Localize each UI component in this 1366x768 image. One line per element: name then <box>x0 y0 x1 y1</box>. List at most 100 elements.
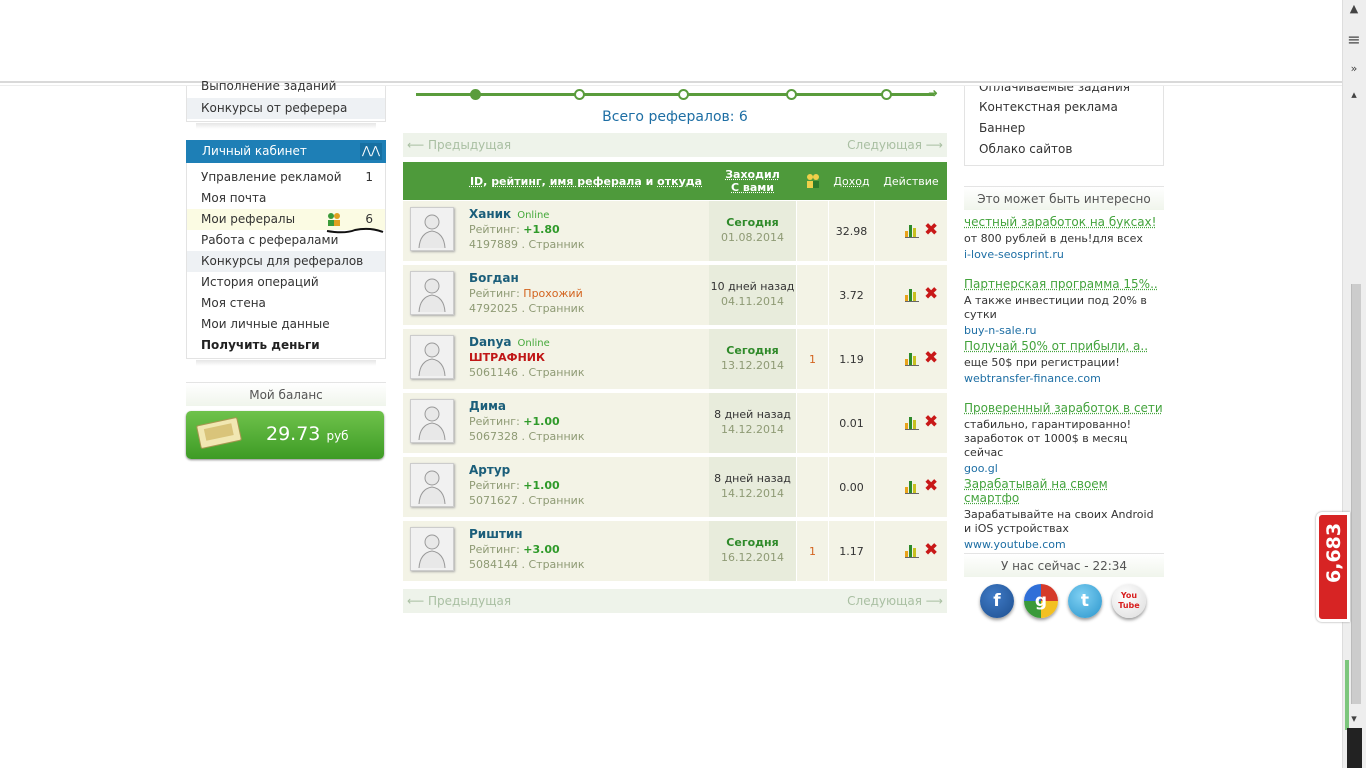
next-page-link[interactable]: Следующая ⟶ <box>847 133 943 157</box>
next-page-link[interactable]: Следующая ⟶ <box>847 589 943 613</box>
delete-icon[interactable]: ✖ <box>924 476 938 496</box>
referral-income: 3.72 <box>839 289 864 302</box>
menu-item-personal-data[interactable]: Мои личные данные <box>187 314 385 335</box>
avatar[interactable] <box>410 463 454 507</box>
step-dot-4[interactable] <box>786 89 797 100</box>
stats-icon[interactable] <box>905 479 919 494</box>
ad-block[interactable]: Проверенный заработок в сети стабильно, … <box>964 401 1164 475</box>
chevron-up-icon[interactable]: ⋀⋀ <box>360 143 382 160</box>
menu-item-wall[interactable]: Моя стена <box>187 293 385 314</box>
menu-item-mail[interactable]: Моя почта <box>187 188 385 209</box>
menu-item-referer-contests[interactable]: Конкурсы от реферера <box>187 98 385 119</box>
ad-title[interactable]: Партнерская программа 15%.. <box>964 277 1164 291</box>
referral-name-text[interactable]: Богдан <box>469 271 519 285</box>
avatar[interactable] <box>410 271 454 315</box>
ad-url[interactable]: i-love-seosprint.ru <box>964 248 1164 261</box>
stats-icon[interactable] <box>905 543 919 558</box>
ad-block[interactable]: Получай 50% от прибыли, а.. еще 50$ при … <box>964 339 1164 385</box>
referral-name[interactable]: Богдан <box>469 271 525 285</box>
menu-icon[interactable]: ≡ <box>1347 30 1361 49</box>
step-dot-2[interactable] <box>574 89 585 100</box>
delete-icon[interactable]: ✖ <box>924 412 938 432</box>
delete-icon[interactable]: ✖ <box>924 284 938 304</box>
referral-name-text[interactable]: Дима <box>469 399 506 413</box>
avatar[interactable] <box>410 335 454 379</box>
google-icon[interactable]: g <box>1024 584 1058 618</box>
right-menu: Оплачиваемые задания Контекстная реклама… <box>964 86 1164 166</box>
menu-item-context-ads[interactable]: Контекстная реклама <box>965 97 1163 118</box>
menu-item-referral-contests[interactable]: Конкурсы для рефералов <box>187 251 385 272</box>
delete-icon[interactable]: ✖ <box>924 348 938 368</box>
menu-item-my-referrals[interactable]: Мои рефералы 6 <box>187 209 385 234</box>
scrollbar-thumb[interactable] <box>1351 284 1361 704</box>
referral-name[interactable]: Дима <box>469 399 512 413</box>
balance-box[interactable]: 29.73 руб <box>186 411 384 459</box>
stats-icon[interactable] <box>905 351 919 366</box>
ad-url[interactable]: goo.gl <box>964 462 1164 475</box>
scroll-up-icon[interactable]: ▲ <box>1347 2 1361 15</box>
col-header-refs-icon[interactable] <box>797 162 828 200</box>
ad-url[interactable]: www.youtube.com <box>964 538 1164 551</box>
stats-icon[interactable] <box>905 223 919 238</box>
delete-icon[interactable]: ✖ <box>924 540 938 560</box>
ad-title[interactable]: Проверенный заработок в сети <box>964 401 1164 415</box>
referral-name[interactable]: Артур <box>469 463 516 477</box>
col-header-name[interactable]: ID, рейтинг, имя реферала и откуда <box>463 162 709 200</box>
avatar[interactable] <box>410 527 454 571</box>
col-header-visited[interactable]: Заходил С вами <box>709 162 796 200</box>
referral-name-text[interactable]: Риштин <box>469 527 523 541</box>
avatar[interactable] <box>410 207 454 251</box>
rating-line: Рейтинг: Прохожий <box>469 287 583 300</box>
visitor-counter-widget[interactable]: 6,683 <box>1316 512 1350 622</box>
col-source[interactable]: откуда <box>657 175 702 188</box>
ad-url[interactable]: buy-n-sale.ru <box>964 324 1164 337</box>
menu-item-tasks[interactable]: Выполнение заданий <box>187 76 385 97</box>
ad-title[interactable]: честный заработок на буксах! <box>964 215 1164 229</box>
facebook-icon[interactable]: f <box>980 584 1014 618</box>
col-header-income[interactable]: Доход <box>829 162 874 200</box>
referral-name[interactable]: Ханик Online <box>469 207 549 221</box>
prev-page-link[interactable]: ⟵ Предыдущая <box>407 589 511 613</box>
step-dot-3[interactable] <box>678 89 689 100</box>
menu-item-history[interactable]: История операций <box>187 272 385 293</box>
referral-name-text[interactable]: Danya <box>469 335 512 349</box>
ad-block[interactable]: Зарабатывай на своем смартфо Зарабатывай… <box>964 477 1164 551</box>
avatar[interactable] <box>410 399 454 443</box>
menu-item-referral-work[interactable]: Работа с рефералами <box>187 230 385 251</box>
col-income[interactable]: Доход <box>833 175 869 188</box>
referral-name[interactable]: Риштин <box>469 527 529 541</box>
menu-item-ads[interactable]: Управление рекламой 1 <box>187 167 385 188</box>
delete-icon[interactable]: ✖ <box>924 220 938 240</box>
divider <box>874 201 875 261</box>
col-id[interactable]: ID <box>470 175 483 188</box>
ad-block[interactable]: честный заработок на буксах! от 800 рубл… <box>964 215 1164 261</box>
stats-icon[interactable] <box>905 287 919 302</box>
cabinet-header[interactable]: Личный кабинет ⋀⋀ <box>186 140 386 163</box>
col-name[interactable]: имя реферала <box>550 175 642 188</box>
referral-income: 32.98 <box>835 225 868 238</box>
vertical-scrollbar[interactable]: ▲ ≡ » ▴ ▾ <box>1342 0 1366 768</box>
step-dot-5[interactable] <box>881 89 892 100</box>
prev-page-link[interactable]: ⟵ Предыдущая <box>407 133 511 157</box>
step-dot-1[interactable] <box>470 89 481 100</box>
stats-icon[interactable] <box>905 415 919 430</box>
ad-title[interactable]: Зарабатывай на своем смартфо <box>964 477 1164 505</box>
double-chevron-down-icon[interactable]: » <box>1347 62 1361 75</box>
menu-item-label: Мои рефералы <box>201 212 296 226</box>
menu-item-site-cloud[interactable]: Облако сайтов <box>965 139 1163 160</box>
col-rating[interactable]: рейтинг <box>491 175 541 188</box>
ad-title[interactable]: Получай 50% от прибыли, а.. <box>964 339 1164 353</box>
referral-name-text[interactable]: Ханик <box>469 207 511 221</box>
ad-url[interactable]: webtransfer-finance.com <box>964 372 1164 385</box>
referral-name[interactable]: Danya Online <box>469 335 550 349</box>
youtube-icon[interactable]: You Tube <box>1112 584 1146 618</box>
ad-block[interactable]: Партнерская программа 15%.. А также инве… <box>964 277 1164 337</box>
menu-item-paid-tasks[interactable]: Оплачиваемые задания <box>965 86 1163 97</box>
scroll-down-icon[interactable]: ▾ <box>1347 712 1361 725</box>
menu-item-banner[interactable]: Баннер <box>965 118 1163 139</box>
referral-name-text[interactable]: Артур <box>469 463 510 477</box>
menu-item-withdraw[interactable]: Получить деньги <box>187 335 385 356</box>
twitter-icon[interactable]: t <box>1068 584 1102 618</box>
table-row: Богдан Рейтинг: Прохожий 4792025 . Странни… <box>403 265 947 327</box>
scroll-up-arrow-icon[interactable]: ▴ <box>1347 88 1361 101</box>
